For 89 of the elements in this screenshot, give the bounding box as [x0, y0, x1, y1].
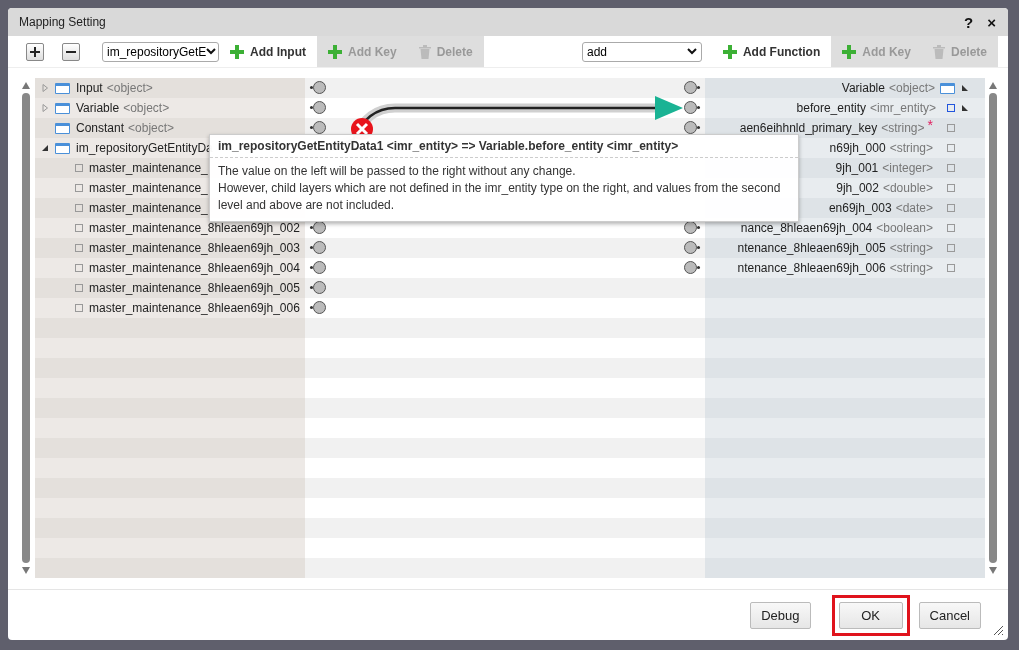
connector-pin[interactable]	[313, 81, 326, 94]
tree-item[interactable]: before_entity <imr_entity>	[796, 101, 936, 115]
scrollbar-thumb[interactable]	[989, 93, 997, 563]
tooltip-title: im_repositoryGetEntityData1 <imr_entity> => Variable.before_entity <imr_entity>	[218, 139, 679, 153]
resize-grip-icon[interactable]	[992, 624, 1004, 636]
close-button[interactable]: ×	[985, 13, 998, 31]
connector-pin[interactable]	[684, 241, 697, 254]
tree-item[interactable]: master_maintenance_	[89, 161, 208, 175]
collapse-icon[interactable]	[41, 144, 49, 152]
object-icon	[55, 122, 70, 134]
help-button[interactable]: ?	[962, 13, 976, 31]
tree-item[interactable]: aen6eihhnld_primary_key <string>	[739, 121, 925, 135]
dialog-button[interactable]: Debug	[750, 601, 811, 629]
tree-item[interactable]: n69jh_000 <string>	[829, 141, 933, 155]
field-icon	[75, 304, 83, 312]
connector-pin[interactable]	[684, 121, 697, 134]
field-icon	[947, 164, 955, 172]
collapse-icon[interactable]	[961, 84, 969, 92]
expand-all-button[interactable]	[26, 42, 44, 61]
tree-item[interactable]: 9jh_001 <integer>	[835, 161, 933, 175]
scroll-down-icon[interactable]	[22, 567, 30, 574]
field-icon	[947, 264, 955, 272]
collapse-icon[interactable]	[961, 104, 969, 112]
connector-pin[interactable]	[684, 261, 697, 274]
field-icon	[947, 224, 955, 232]
tree-item[interactable]: en69jh_003 <date>	[828, 201, 933, 215]
required-mark: *	[927, 118, 933, 132]
tree-item[interactable]: 9jh_002 <double>	[836, 181, 933, 195]
collapse-all-button[interactable]	[62, 42, 80, 61]
dialog-button[interactable]: Cancel	[918, 601, 981, 629]
dialog-button[interactable]: OK	[838, 601, 903, 629]
object-icon	[55, 102, 70, 114]
scroll-down-icon[interactable]	[989, 567, 997, 574]
caret-icon	[206, 48, 217, 55]
scroll-up-icon[interactable]	[22, 82, 30, 89]
connector-pin[interactable]	[313, 101, 326, 114]
field-icon	[75, 164, 83, 172]
field-icon	[75, 184, 83, 192]
field-icon	[947, 124, 955, 132]
tree-item[interactable]: ntenance_8hleaen69jh_006 <string>	[737, 261, 933, 275]
caret-icon	[686, 48, 697, 55]
tree-item[interactable]: nance_8hleaen69jh_004 <boolean>	[740, 221, 933, 235]
connector-pin[interactable]	[313, 261, 326, 274]
plus-icon	[328, 44, 342, 59]
object-icon	[55, 82, 70, 94]
field-icon	[75, 284, 83, 292]
plus-icon	[842, 44, 857, 59]
plus-icon	[230, 44, 244, 59]
field-icon	[947, 104, 955, 112]
scrollbar-thumb[interactable]	[22, 93, 30, 563]
field-icon	[75, 204, 83, 212]
tooltip-text: The value on the left will be passed to the right without any change.	[218, 163, 576, 180]
connector-pin[interactable]	[313, 281, 326, 294]
connector-pin[interactable]	[684, 101, 697, 114]
tree-item[interactable]: master_maintenance_	[89, 201, 208, 215]
tooltip-text: However, child layers which are not defined in the imr_entity type on the right, and values from the second level and above are not included.	[218, 180, 782, 214]
dropdown[interactable]: im_repositoryGetE	[102, 41, 219, 62]
plus-icon	[29, 45, 41, 58]
object-icon	[940, 82, 955, 94]
tree-item[interactable]: ntenance_8hleaen69jh_005 <string>	[737, 241, 933, 255]
connector-pin[interactable]	[313, 241, 326, 254]
object-icon	[55, 142, 70, 154]
tree-item[interactable]: master_maintenance_8hleaen69jh_002	[89, 221, 300, 235]
tree-item[interactable]: Variable <object>	[841, 81, 935, 95]
trash-icon	[418, 44, 431, 59]
field-icon	[947, 184, 955, 192]
tree-item[interactable]: master_maintenance_8hleaen69jh_005	[89, 281, 300, 295]
field-icon	[75, 224, 83, 232]
field-icon	[947, 204, 955, 212]
tree-item[interactable]: master_maintenance_	[89, 181, 208, 195]
plus-icon	[722, 44, 737, 59]
tree-item[interactable]: Variable <object>	[76, 101, 170, 115]
field-icon	[75, 244, 83, 252]
tree-item[interactable]: Input <object>	[76, 81, 153, 95]
tree-item[interactable]: im_repositoryGetEntityDa	[76, 141, 213, 155]
connector-pin[interactable]	[313, 301, 326, 314]
field-icon	[75, 264, 83, 272]
trash-icon	[932, 44, 945, 59]
tree-item[interactable]: Constant <object>	[76, 121, 175, 135]
tree-item[interactable]: master_maintenance_8hleaen69jh_003	[89, 241, 300, 255]
field-icon	[947, 244, 955, 252]
tree-item[interactable]: master_maintenance_8hleaen69jh_006	[89, 301, 300, 315]
connector-pin[interactable]	[684, 81, 697, 94]
connector-pin[interactable]	[313, 121, 326, 134]
field-icon	[947, 144, 955, 152]
scroll-up-icon[interactable]	[989, 82, 997, 89]
dropdown[interactable]: add	[581, 41, 702, 62]
window-title: Mapping Setting	[19, 15, 106, 29]
tree-item[interactable]: master_maintenance_8hleaen69jh_004	[89, 261, 300, 275]
